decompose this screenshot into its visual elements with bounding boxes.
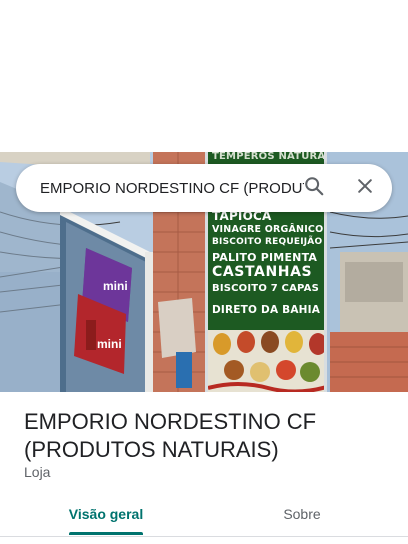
close-icon bbox=[355, 176, 375, 201]
search-input[interactable] bbox=[40, 178, 304, 198]
sign-line: VINAGRE ORGÂNICO bbox=[212, 224, 324, 235]
tab-bar: Visão geral Sobre bbox=[0, 492, 408, 536]
search-button[interactable] bbox=[298, 172, 330, 204]
search-icon bbox=[303, 175, 325, 202]
map-area-blank bbox=[0, 0, 408, 152]
place-title: EMPORIO NORDESTINO CF (PRODUTOS NATURAIS… bbox=[24, 409, 317, 462]
sign-line: TEMPEROS NATURAIS bbox=[212, 152, 327, 162]
spice-spoons-image bbox=[208, 330, 324, 392]
clear-search-button[interactable] bbox=[349, 172, 381, 204]
place-category[interactable]: Loja bbox=[24, 464, 50, 480]
sign-line: CASTANHAS bbox=[212, 264, 313, 280]
poster-label-bottom: mini bbox=[97, 337, 122, 351]
search-bar bbox=[16, 164, 392, 212]
tabs-divider bbox=[0, 536, 408, 537]
tab-overview[interactable]: Visão geral bbox=[56, 492, 156, 536]
sign-line: DIRETO DA BAHIA bbox=[212, 304, 321, 316]
sign-line: BISCOITO REQUEIJÃO bbox=[212, 237, 323, 247]
active-tab-indicator bbox=[69, 532, 143, 535]
sign-line: BISCOITO 7 CAPAS bbox=[212, 283, 319, 294]
sign-line: PALITO PIMENTA bbox=[212, 251, 318, 264]
poster-label-top: mini bbox=[103, 279, 128, 293]
tab-about[interactable]: Sobre bbox=[252, 492, 352, 536]
